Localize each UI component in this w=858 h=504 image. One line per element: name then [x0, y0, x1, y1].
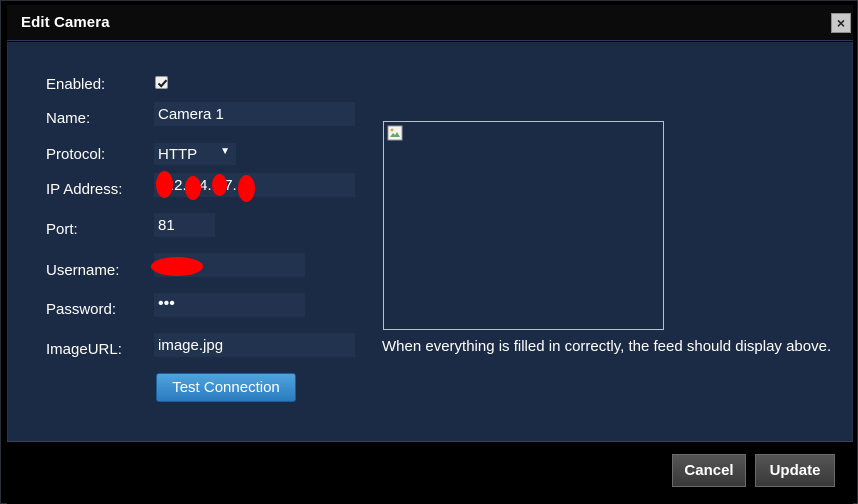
- test-connection-button[interactable]: Test Connection: [156, 373, 296, 402]
- port-label: Port:: [46, 221, 78, 238]
- port-value: 81: [158, 217, 175, 234]
- dialog-title: Edit Camera: [21, 14, 110, 31]
- password-label: Password:: [46, 301, 117, 318]
- dialog-footer: Cancel Update: [7, 441, 853, 504]
- protocol-label: Protocol:: [46, 146, 106, 163]
- chevron-down-icon: ▼: [220, 146, 230, 157]
- redaction-mark: [156, 171, 173, 198]
- port-input[interactable]: 81: [154, 213, 215, 237]
- ip-address-label: IP Address:: [46, 181, 123, 198]
- update-button[interactable]: Update: [755, 454, 835, 487]
- redaction-mark: [238, 175, 255, 202]
- close-icon[interactable]: ×: [831, 13, 851, 33]
- password-value: •••: [158, 295, 175, 312]
- redaction-mark: [151, 257, 203, 276]
- protocol-select[interactable]: HTTP ▼: [154, 143, 236, 165]
- enabled-label: Enabled:: [46, 76, 106, 93]
- imageurl-input[interactable]: image.jpg: [154, 333, 355, 357]
- preview-hint: When everything is filled in correctly, …: [382, 338, 832, 355]
- cancel-button[interactable]: Cancel: [672, 454, 746, 487]
- redaction-mark: [212, 174, 227, 196]
- redaction-mark: [185, 176, 201, 200]
- dialog-body: Enabled: Name: Camera 1 Protocol: HTTP ▼…: [7, 42, 853, 441]
- protocol-value: HTTP: [158, 146, 198, 163]
- username-label: Username:: [46, 262, 120, 279]
- camera-preview: [383, 121, 664, 330]
- enabled-checkbox[interactable]: [155, 76, 168, 89]
- password-input[interactable]: •••: [154, 293, 305, 317]
- imageurl-value: image.jpg: [158, 337, 224, 354]
- edit-camera-dialog: Edit Camera × Enabled: Name: Camera 1 Pr…: [0, 0, 858, 504]
- imageurl-label: ImageURL:: [46, 341, 122, 358]
- checkmark-icon: [157, 79, 168, 88]
- name-input[interactable]: Camera 1: [154, 102, 355, 126]
- broken-image-icon: [387, 125, 403, 141]
- name-label: Name:: [46, 110, 91, 127]
- dialog-titlebar: Edit Camera ×: [7, 5, 853, 41]
- name-value: Camera 1: [158, 106, 224, 123]
